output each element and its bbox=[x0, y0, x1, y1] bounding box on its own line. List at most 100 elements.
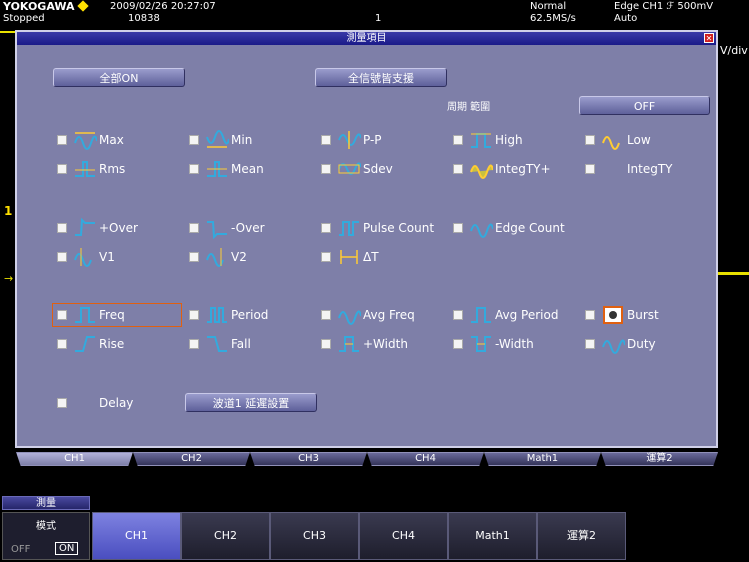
measure-high[interactable]: High bbox=[449, 129, 577, 151]
measure-rms[interactable]: Rms bbox=[53, 158, 181, 180]
softkey-math2[interactable]: 運算2 bbox=[537, 512, 626, 560]
measure-integ[interactable]: IntegTY bbox=[581, 158, 709, 180]
checkbox[interactable] bbox=[189, 223, 199, 233]
dialog-tab-ch1[interactable]: CH1 bbox=[16, 452, 133, 466]
item-label: Rise bbox=[99, 337, 125, 351]
measure-min[interactable]: Min bbox=[185, 129, 313, 151]
period-range-label: 周期 範圍 bbox=[447, 102, 491, 113]
measure-freq[interactable]: Freq bbox=[52, 303, 182, 327]
measure-duty[interactable]: Duty bbox=[581, 333, 709, 355]
sdev-wave-icon bbox=[338, 162, 361, 175]
item-label: Fall bbox=[231, 337, 251, 351]
checkbox[interactable] bbox=[57, 310, 67, 320]
checkbox[interactable] bbox=[321, 252, 331, 262]
measure-v1[interactable]: V1 bbox=[53, 246, 181, 268]
mode-off: OFF bbox=[11, 544, 31, 555]
checkbox[interactable] bbox=[585, 135, 595, 145]
checkbox[interactable] bbox=[57, 135, 67, 145]
dialog-tab-ch4[interactable]: CH4 bbox=[367, 452, 484, 466]
item-label: Avg Freq bbox=[363, 308, 415, 322]
checkbox[interactable] bbox=[585, 339, 595, 349]
measure-mean[interactable]: Mean bbox=[185, 158, 313, 180]
all-on-button[interactable]: 全部ON bbox=[53, 68, 185, 87]
item-label: -Over bbox=[231, 221, 265, 235]
checkbox[interactable] bbox=[321, 310, 331, 320]
checkbox[interactable] bbox=[189, 339, 199, 349]
item-label: IntegTY+ bbox=[495, 162, 551, 176]
fall-wave-icon bbox=[207, 336, 227, 352]
item-label: +Over bbox=[99, 221, 138, 235]
softkey-math1[interactable]: Math1 bbox=[448, 512, 537, 560]
checkbox[interactable] bbox=[57, 252, 67, 262]
softkey-ch4[interactable]: CH4 bbox=[359, 512, 448, 560]
checkbox[interactable] bbox=[585, 164, 595, 174]
measure-max[interactable]: Max bbox=[53, 129, 181, 151]
acq-mode: Normal bbox=[530, 1, 567, 12]
checkbox[interactable] bbox=[321, 223, 331, 233]
dialog-tab-ch2[interactable]: CH2 bbox=[133, 452, 250, 466]
checkbox[interactable] bbox=[585, 310, 595, 320]
mode-softkey[interactable]: 模式 OFF ON bbox=[2, 512, 90, 560]
checkbox[interactable] bbox=[189, 252, 199, 262]
measure-v2[interactable]: V2 bbox=[185, 246, 313, 268]
close-icon[interactable]: ✕ bbox=[704, 33, 714, 43]
measure-low[interactable]: Low bbox=[581, 129, 709, 151]
item-label: High bbox=[495, 133, 523, 147]
item-label: Min bbox=[231, 133, 253, 147]
dialog-tab-math2[interactable]: 運算2 bbox=[601, 452, 718, 466]
checkbox[interactable] bbox=[57, 398, 67, 408]
checkbox[interactable] bbox=[189, 310, 199, 320]
measure-fall[interactable]: Fall bbox=[185, 333, 313, 355]
checkbox[interactable] bbox=[453, 339, 463, 349]
checkbox[interactable] bbox=[321, 135, 331, 145]
max-wave-icon bbox=[74, 132, 97, 150]
dialog-tab-math1[interactable]: Math1 bbox=[484, 452, 601, 466]
measure-avg-freq[interactable]: Avg Freq bbox=[317, 304, 445, 326]
checkbox[interactable] bbox=[453, 223, 463, 233]
checkbox[interactable] bbox=[321, 164, 331, 174]
edge-count-wave-icon bbox=[470, 223, 493, 238]
measure-width-plus[interactable]: +Width bbox=[317, 333, 445, 355]
checkbox[interactable] bbox=[321, 339, 331, 349]
rms-wave-icon bbox=[75, 161, 95, 177]
measure-sdev[interactable]: Sdev bbox=[317, 158, 445, 180]
checkbox[interactable] bbox=[453, 310, 463, 320]
measure-delay[interactable]: Delay bbox=[53, 392, 181, 414]
brand-text: YOKOGAWA bbox=[3, 0, 75, 13]
checkbox[interactable] bbox=[57, 164, 67, 174]
rise-wave-icon bbox=[75, 336, 95, 352]
measure-pp[interactable]: P-P bbox=[317, 129, 445, 151]
checkbox[interactable] bbox=[189, 135, 199, 145]
measure-delta-t[interactable]: ΔT bbox=[317, 246, 445, 268]
checkbox[interactable] bbox=[453, 135, 463, 145]
checkbox[interactable] bbox=[57, 223, 67, 233]
softkey-ch2[interactable]: CH2 bbox=[181, 512, 270, 560]
period-wave-icon bbox=[207, 307, 227, 323]
measure-avg-period[interactable]: Avg Period bbox=[449, 304, 577, 326]
softkey-ch3[interactable]: CH3 bbox=[270, 512, 359, 560]
low-wave-icon bbox=[602, 136, 620, 150]
measure-width-minus[interactable]: -Width bbox=[449, 333, 577, 355]
v2-wave-icon bbox=[206, 248, 224, 267]
measure-over-plus[interactable]: +Over bbox=[53, 217, 181, 239]
checkbox[interactable] bbox=[189, 164, 199, 174]
copy-all-button[interactable]: 全信號皆支援 bbox=[315, 68, 447, 87]
checkbox[interactable] bbox=[453, 164, 463, 174]
measure-integ-plus[interactable]: IntegTY+ bbox=[449, 158, 577, 180]
softkey-ch1[interactable]: CH1 bbox=[92, 512, 181, 560]
dialog-tab-ch3[interactable]: CH3 bbox=[250, 452, 367, 466]
measure-period[interactable]: Period bbox=[185, 304, 313, 326]
delay-setup-button[interactable]: 波道1 延遲設置 bbox=[185, 393, 317, 412]
item-label: Duty bbox=[627, 337, 656, 351]
measure-pulse-count[interactable]: Pulse Count bbox=[317, 217, 445, 239]
measure-rise[interactable]: Rise bbox=[53, 333, 181, 355]
item-label: Sdev bbox=[363, 162, 393, 176]
integ-plus-wave-icon bbox=[470, 164, 493, 179]
measure-burst[interactable]: Burst bbox=[581, 304, 709, 326]
measure-over-minus[interactable]: -Over bbox=[185, 217, 313, 239]
item-label: Max bbox=[99, 133, 124, 147]
off-button[interactable]: OFF bbox=[579, 96, 710, 115]
brand-logo: YOKOGAWA bbox=[3, 0, 89, 13]
measure-edge-count[interactable]: Edge Count bbox=[449, 217, 577, 239]
checkbox[interactable] bbox=[57, 339, 67, 349]
